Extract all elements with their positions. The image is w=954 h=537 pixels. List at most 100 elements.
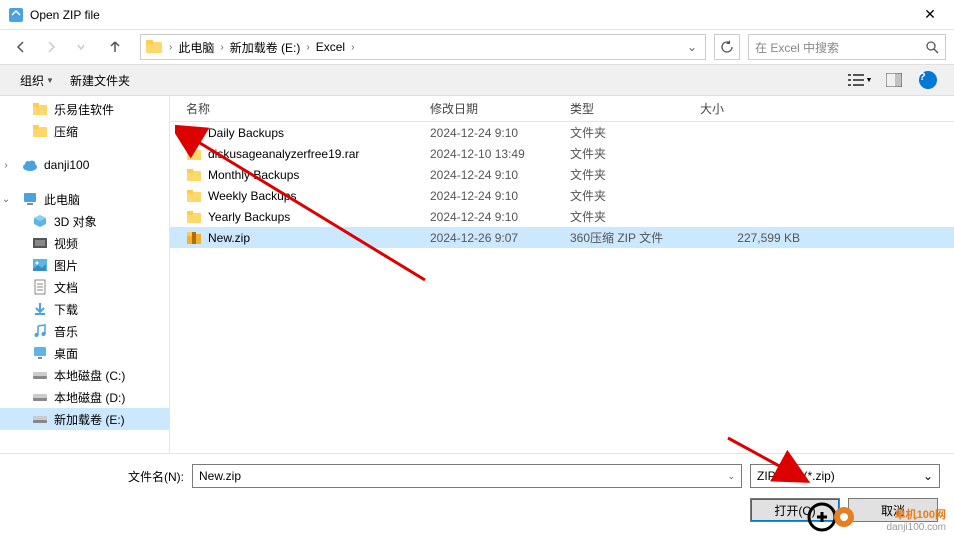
search-icon[interactable] <box>925 40 939 54</box>
file-date: 2024-12-26 9:07 <box>430 231 570 245</box>
file-date: 2024-12-24 9:10 <box>430 168 570 182</box>
folder-icon <box>186 209 202 225</box>
preview-button[interactable] <box>880 69 908 91</box>
folder-icon <box>32 123 48 139</box>
col-size[interactable]: 大小 <box>700 100 820 117</box>
breadcrumb[interactable]: › 此电脑 › 新加载卷 (E:) › Excel › ⌄ <box>140 34 706 60</box>
folder-icon <box>186 167 202 183</box>
chevron-right-icon: › <box>216 42 227 53</box>
folder-icon <box>145 38 163 56</box>
chevron-right-icon: › <box>165 42 176 53</box>
column-headers[interactable]: 名称 修改日期 类型 大小 <box>170 96 954 122</box>
file-type: 文件夹 <box>570 166 700 183</box>
sidebar-item-drive-c[interactable]: 本地磁盘 (C:) <box>0 364 169 386</box>
cloud-icon <box>22 157 38 173</box>
col-date[interactable]: 修改日期 <box>430 100 570 117</box>
file-date: 2024-12-24 9:10 <box>430 126 570 140</box>
forward-button[interactable] <box>38 34 64 60</box>
filter-dropdown[interactable]: ZIP files (*.zip)⌄ <box>750 464 940 488</box>
refresh-button[interactable] <box>714 34 740 60</box>
music-icon <box>32 323 48 339</box>
folder-icon <box>32 101 48 117</box>
folder-icon <box>186 146 202 162</box>
watermark: 单机100网danji100.com <box>887 506 946 533</box>
sidebar-item-drive-d[interactable]: 本地磁盘 (D:) <box>0 386 169 408</box>
sidebar-item-pictures[interactable]: 图片 <box>0 254 169 276</box>
search-input[interactable]: 在 Excel 中搜索 <box>748 34 946 60</box>
sidebar-item-folder[interactable]: 乐易佳软件 <box>0 98 169 120</box>
chevron-down-icon: ⌄ <box>0 194 12 205</box>
file-name: New.zip <box>208 231 430 245</box>
drive-icon <box>32 411 48 427</box>
file-size: 227,599 KB <box>700 231 820 245</box>
video-icon <box>32 235 48 251</box>
breadcrumb-drive[interactable]: 新加载卷 (E:) <box>228 39 303 56</box>
newfolder-button[interactable]: 新建文件夹 <box>62 68 138 93</box>
file-type: 360压缩 ZIP 文件 <box>570 229 700 246</box>
file-row[interactable]: Weekly Backups2024-12-24 9:10文件夹 <box>170 185 954 206</box>
sidebar-item-downloads[interactable]: 下载 <box>0 298 169 320</box>
breadcrumb-pc[interactable]: 此电脑 <box>176 39 216 56</box>
search-placeholder: 在 Excel 中搜索 <box>755 39 839 56</box>
app-icon <box>8 7 24 23</box>
file-type: 文件夹 <box>570 124 700 141</box>
chevron-right-icon: › <box>0 160 12 171</box>
file-list: Daily Backups2024-12-24 9:10文件夹diskusage… <box>170 122 954 248</box>
pc-icon <box>22 191 38 207</box>
file-row[interactable]: Monthly Backups2024-12-24 9:10文件夹 <box>170 164 954 185</box>
3d-icon <box>32 213 48 229</box>
sidebar-item-desktop[interactable]: 桌面 <box>0 342 169 364</box>
breadcrumb-dropdown[interactable]: ⌄ <box>683 40 701 54</box>
file-area: 名称 修改日期 类型 大小 Daily Backups2024-12-24 9:… <box>170 96 954 453</box>
titlebar: Open ZIP file ✕ <box>0 0 954 30</box>
file-row[interactable]: diskusageanalyzerfree19.rar2024-12-10 13… <box>170 143 954 164</box>
open-button[interactable]: 打开(O) <box>750 498 840 522</box>
recent-dropdown[interactable] <box>68 34 94 60</box>
file-name: Yearly Backups <box>208 210 430 224</box>
desktop-icon <box>32 345 48 361</box>
file-name: diskusageanalyzerfree19.rar <box>208 147 430 161</box>
sidebar-item-folder[interactable]: 压缩 <box>0 120 169 142</box>
view-button[interactable]: ▼ <box>846 69 874 91</box>
help-button[interactable]: ? <box>914 69 942 91</box>
file-name: Monthly Backups <box>208 168 430 182</box>
window-title: Open ZIP file <box>30 8 910 22</box>
file-name: Weekly Backups <box>208 189 430 203</box>
file-date: 2024-12-24 9:10 <box>430 189 570 203</box>
breadcrumb-folder[interactable]: Excel <box>314 40 347 54</box>
back-button[interactable] <box>8 34 34 60</box>
close-button[interactable]: ✕ <box>910 0 950 30</box>
sidebar-item-3d[interactable]: 3D 对象 <box>0 210 169 232</box>
sidebar-item-video[interactable]: 视频 <box>0 232 169 254</box>
organize-button[interactable]: 组织▼ <box>12 68 62 93</box>
doc-icon <box>32 279 48 295</box>
chevron-down-icon: ⌄ <box>727 471 735 482</box>
sidebar-item-drive-e[interactable]: 新加载卷 (E:) <box>0 408 169 430</box>
download-icon <box>32 301 48 317</box>
file-row[interactable]: New.zip2024-12-26 9:07360压缩 ZIP 文件227,59… <box>170 227 954 248</box>
file-name: Daily Backups <box>208 126 430 140</box>
filename-input[interactable]: New.zip⌄ <box>192 464 742 488</box>
drive-icon <box>32 389 48 405</box>
sidebar-item-danji[interactable]: ›danji100 <box>0 154 169 176</box>
sidebar-item-documents[interactable]: 文档 <box>0 276 169 298</box>
file-row[interactable]: Daily Backups2024-12-24 9:10文件夹 <box>170 122 954 143</box>
drive-icon <box>32 367 48 383</box>
nav-row: › 此电脑 › 新加载卷 (E:) › Excel › ⌄ 在 Excel 中搜… <box>0 30 954 64</box>
file-type: 文件夹 <box>570 187 700 204</box>
bottom-bar: 文件名(N): New.zip⌄ ZIP files (*.zip)⌄ 打开(O… <box>0 453 954 534</box>
up-button[interactable] <box>102 34 128 60</box>
col-type[interactable]: 类型 <box>570 100 700 117</box>
sidebar-item-music[interactable]: 音乐 <box>0 320 169 342</box>
file-type: 文件夹 <box>570 208 700 225</box>
zip-icon <box>186 230 202 246</box>
chevron-right-icon: › <box>302 42 313 53</box>
folder-icon <box>186 188 202 204</box>
toolbar: 组织▼ 新建文件夹 ▼ ? <box>0 64 954 96</box>
file-date: 2024-12-10 13:49 <box>430 147 570 161</box>
col-name[interactable]: 名称 <box>170 100 430 117</box>
sidebar-item-pc[interactable]: ⌄此电脑 <box>0 188 169 210</box>
chevron-right-icon: › <box>347 42 358 53</box>
filename-label: 文件名(N): <box>14 468 184 485</box>
file-row[interactable]: Yearly Backups2024-12-24 9:10文件夹 <box>170 206 954 227</box>
